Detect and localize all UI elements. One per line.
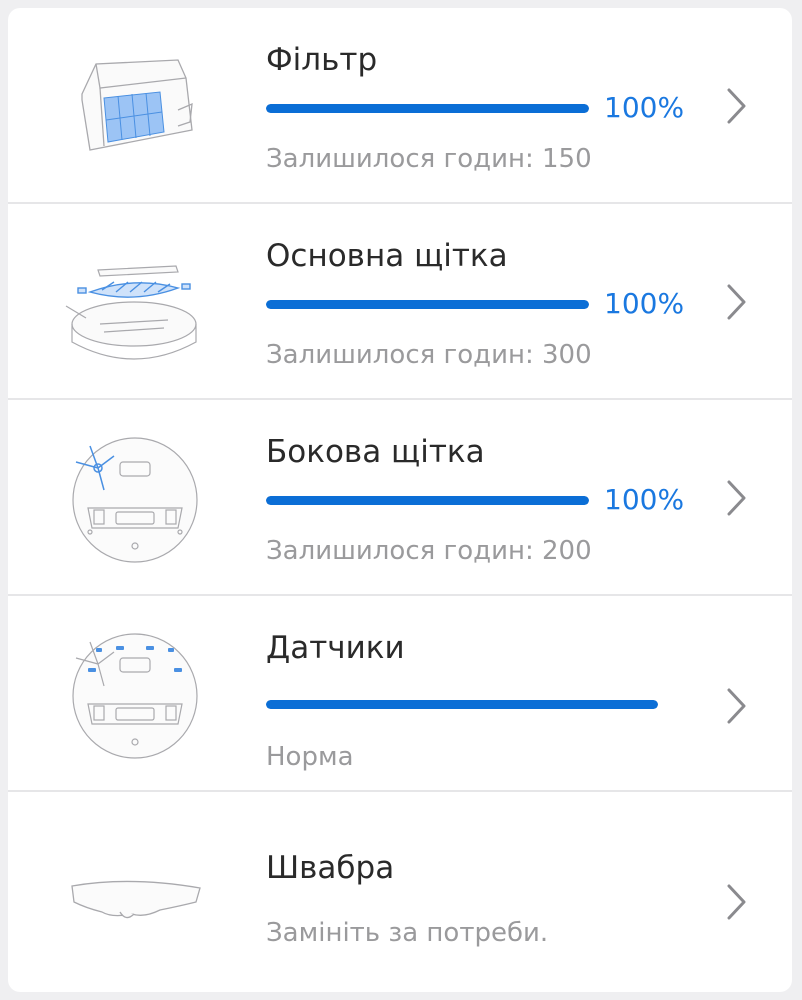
progress-bar — [266, 700, 658, 709]
progress-fill — [266, 700, 658, 709]
hours-remaining: Залишилося годин: 200 — [266, 536, 592, 566]
progress-fill — [266, 496, 589, 505]
consumable-title: Датчики — [266, 630, 405, 666]
consumable-row-mop[interactable]: Швабра Замініть за потреби. — [8, 792, 792, 992]
percent-label: 100% — [604, 483, 685, 516]
status-text: Норма — [266, 742, 354, 772]
consumable-row-side-brush[interactable]: Бокова щітка 100% Залишилося годин: 200 — [8, 400, 792, 596]
chevron-right-icon — [727, 88, 746, 124]
consumables-list: Фільтр 100% Залишилося годин: 150 Основн… — [8, 8, 792, 992]
sensors-icon — [60, 624, 210, 764]
mop-icon — [60, 822, 210, 962]
percent-label: 100% — [604, 91, 685, 124]
progress-fill — [266, 104, 589, 113]
side-brush-icon — [60, 428, 210, 568]
filter-icon — [60, 38, 210, 178]
hours-remaining: Залишилося годин: 150 — [266, 144, 592, 174]
progress-bar — [266, 496, 589, 505]
status-text: Замініть за потреби. — [266, 918, 549, 948]
chevron-right-icon — [727, 480, 746, 516]
chevron-right-icon — [727, 884, 746, 920]
consumable-title: Швабра — [266, 850, 395, 886]
consumable-title: Фільтр — [266, 42, 378, 78]
progress-bar — [266, 300, 589, 309]
consumable-row-sensors[interactable]: Датчики Норма — [8, 596, 792, 792]
consumable-title: Основна щітка — [266, 238, 508, 274]
consumable-row-filter[interactable]: Фільтр 100% Залишилося годин: 150 — [8, 8, 792, 204]
hours-remaining: Залишилося годин: 300 — [266, 340, 592, 370]
percent-label: 100% — [604, 287, 685, 320]
progress-fill — [266, 300, 589, 309]
chevron-right-icon — [727, 284, 746, 320]
consumable-row-main-brush[interactable]: Основна щітка 100% Залишилося годин: 300 — [8, 204, 792, 400]
progress-bar — [266, 104, 589, 113]
chevron-right-icon — [727, 688, 746, 724]
main-brush-icon — [60, 234, 210, 374]
consumable-title: Бокова щітка — [266, 434, 485, 470]
